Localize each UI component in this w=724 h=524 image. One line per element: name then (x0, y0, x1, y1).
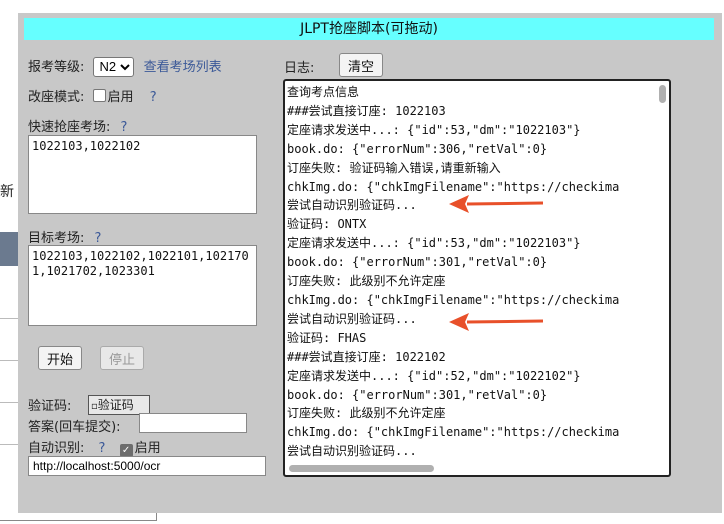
log-line: 定座请求发送中...: {"id":52,"dm":"1022102"} (287, 368, 581, 383)
auto-recognize-check-label: 启用 (134, 441, 161, 456)
log-box[interactable]: 查询考点信息 ###尝试直接订座: 1022103 定座请求发送中...: {"id… (283, 79, 671, 477)
log-line: 定座请求发送中...: {"id":53,"dm":"1022103"} (287, 236, 581, 251)
log-line: 订座失败: 验证码输入错误,请重新输入 (287, 160, 501, 175)
help-mark[interactable]: ? (121, 120, 128, 135)
jlpt-script-panel[interactable]: JLPT抢座脚本(可拖动) 报考等级: N2 查看考场列表 改座模式: 启用 ?… (18, 13, 722, 513)
log-line: chkImg.do: {"chkImgFilename":"https://ch… (287, 425, 620, 440)
horizontal-scrollbar[interactable] (289, 465, 434, 472)
log-line: 查询考点信息 (287, 85, 360, 99)
auto-recognize-label: 自动识别: (28, 441, 85, 456)
background-page-bar (0, 232, 20, 266)
background-divider (0, 318, 20, 319)
log-line: book.do: {"errorNum":306,"retVal":0} (287, 141, 548, 156)
level-label: 报考等级: (28, 60, 85, 75)
target-sites-row: 目标考场: ? (28, 227, 101, 246)
help-mark[interactable]: ? (99, 441, 106, 456)
answer-label: 答案(回车提交): (28, 420, 121, 435)
quick-sites-row: 快速抢座考场: ? (28, 116, 127, 135)
log-line: 订座失败: 此级别不允许定座 (287, 406, 446, 421)
level-row: 报考等级: N2 查看考场列表 (28, 56, 222, 77)
level-select[interactable]: N2 (92, 56, 134, 77)
background-divider (0, 444, 20, 445)
answer-input[interactable] (139, 413, 247, 433)
log-line: chkImg.do: {"chkImgFilename":"https://ch… (287, 292, 620, 307)
log-content: 查询考点信息 ###尝试直接订座: 1022103 定座请求发送中...: {"id… (287, 83, 653, 457)
captcha-row: 验证码: ▫验证码 (28, 395, 150, 415)
arrow-annotation (449, 313, 544, 331)
log-line: 尝试自动识别验证码... (287, 444, 417, 457)
log-line: 验证码: ONTX (287, 217, 367, 232)
view-sites-link[interactable]: 查看考场列表 (144, 60, 222, 75)
log-line: 验证码: FHAS (287, 330, 367, 345)
answer-row: 答案(回车提交): (28, 416, 121, 435)
captcha-label: 验证码: (28, 399, 72, 414)
log-line: ###尝试直接订座: 1022103 (287, 103, 446, 118)
log-line: 订座失败: 此级别不允许定座 (287, 274, 446, 289)
target-sites-textarea[interactable]: 1022103,1022102,1022101,1021701,1021702,… (28, 245, 257, 326)
modify-mode-label: 改座模式: (28, 90, 85, 105)
broken-image-icon: ▫ (91, 401, 98, 412)
modify-mode-check-label: 启用 (107, 90, 134, 105)
vertical-scrollbar[interactable] (659, 85, 666, 103)
quick-sites-textarea[interactable]: 1022103,1022102 (28, 135, 257, 214)
log-line: book.do: {"errorNum":301,"retVal":0} (287, 255, 548, 270)
arrow-annotation (449, 195, 544, 213)
captcha-image-alt: 验证码 (97, 398, 134, 412)
log-label: 日志: (284, 61, 315, 76)
log-line: book.do: {"errorNum":301,"retVal":0} (287, 387, 548, 402)
background-divider (0, 360, 20, 361)
modify-mode-row: 改座模式: 启用 ? (28, 86, 157, 105)
clear-log-button[interactable]: 清空 (339, 53, 384, 77)
background-divider (0, 402, 20, 403)
ocr-url-input[interactable] (28, 456, 266, 476)
modify-mode-checkbox[interactable] (92, 89, 106, 102)
start-button[interactable]: 开始 (38, 346, 83, 370)
log-line: ###尝试直接订座: 1022102 (287, 349, 446, 364)
panel-title-bar[interactable]: JLPT抢座脚本(可拖动) (24, 18, 714, 40)
auto-recognize-row: 自动识别: ? ✓ 启用 (28, 437, 161, 457)
quick-sites-label: 快速抢座考场: (28, 120, 111, 135)
stop-button[interactable]: 停止 (100, 346, 145, 370)
target-sites-label: 目标考场: (28, 231, 85, 246)
help-mark[interactable]: ? (95, 231, 102, 246)
help-mark[interactable]: ? (150, 90, 157, 105)
log-line: 定座请求发送中...: {"id":53,"dm":"1022103"} (287, 122, 581, 137)
captcha-image[interactable]: ▫验证码 (88, 395, 150, 415)
background-page-text: 新 (0, 184, 14, 200)
